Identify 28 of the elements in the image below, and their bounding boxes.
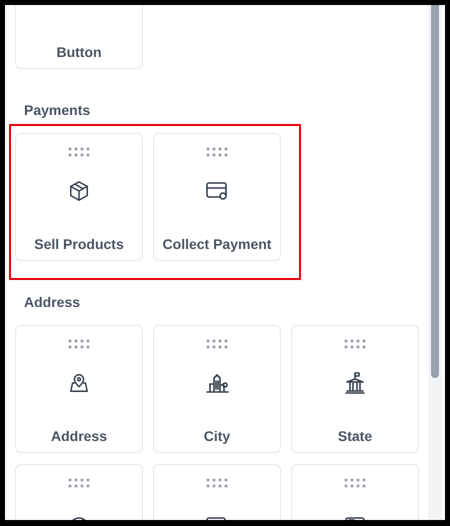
component-card[interactable]: Sell Products (15, 133, 143, 261)
card-label: State (338, 427, 372, 446)
card-label: Button (56, 43, 102, 62)
component-card[interactable]: Button (15, 5, 143, 69)
section-heading: Address (24, 293, 80, 312)
scrollbar-thumb[interactable] (431, 5, 439, 378)
box-icon (68, 180, 90, 202)
component-card[interactable]: State (291, 325, 419, 453)
card-label: City (204, 427, 230, 446)
section-heading: Payments (24, 101, 90, 120)
drag-handle-icon[interactable] (206, 478, 228, 488)
drag-handle-icon[interactable] (68, 147, 90, 157)
component-card[interactable]: Collect Payment (153, 133, 281, 261)
component-card[interactable]: Address (15, 325, 143, 453)
drag-handle-icon[interactable] (206, 147, 228, 157)
component-card[interactable]: City (153, 325, 281, 453)
map-pin-icon (68, 372, 90, 394)
card-label: Address (50, 427, 108, 446)
card-label: Sell Products (34, 235, 124, 254)
drag-handle-icon[interactable] (206, 339, 228, 349)
buildings-icon (205, 372, 229, 394)
drag-handle-icon[interactable] (68, 339, 90, 349)
card-pin-icon (205, 180, 229, 202)
drag-handle-icon[interactable] (68, 478, 90, 488)
card-label: Collect Payment (162, 235, 272, 254)
drag-handle-icon[interactable] (344, 478, 366, 488)
drag-handle-icon[interactable] (344, 339, 366, 349)
government-building-icon (344, 371, 366, 395)
